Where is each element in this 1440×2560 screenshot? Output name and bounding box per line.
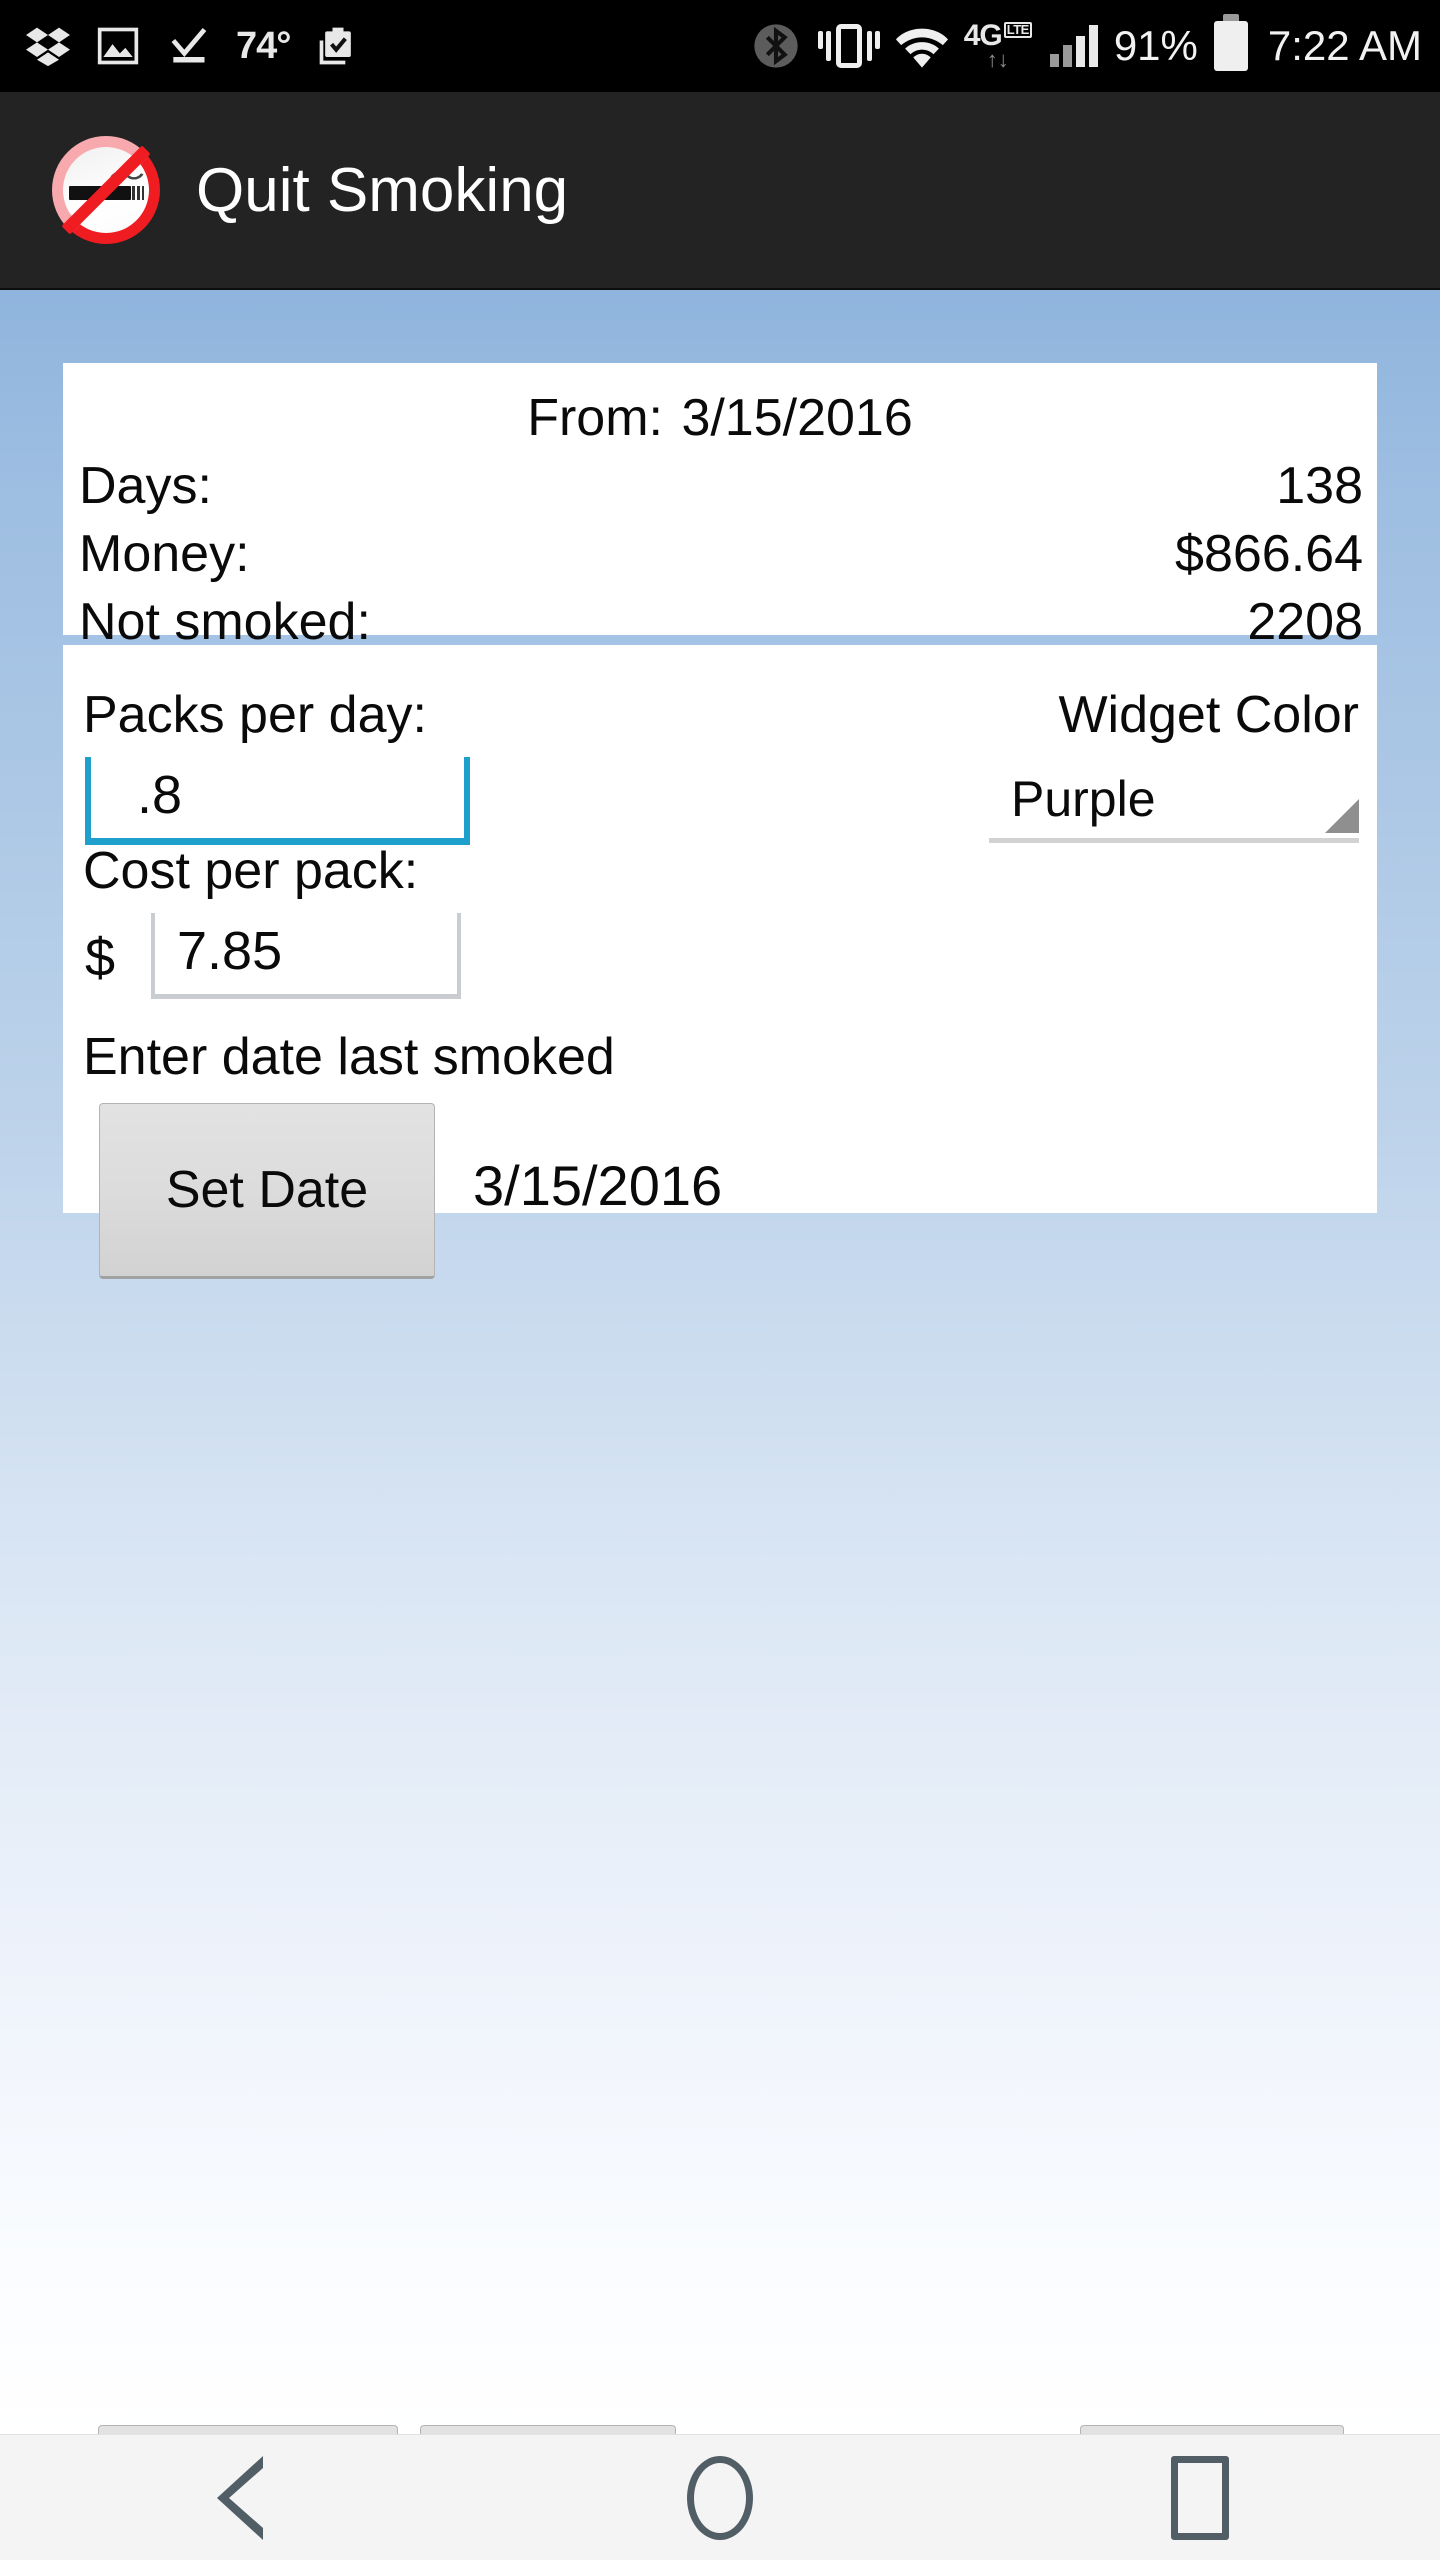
stats-card: From: 3/15/2016 Days: 138 Money: $866.64…	[63, 363, 1377, 651]
widget-color-value: Purple	[1011, 771, 1156, 827]
last-smoked-date-value: 3/15/2016	[473, 1154, 723, 1217]
page-title: Quit Smoking	[196, 155, 569, 225]
from-date-row: From: 3/15/2016	[63, 363, 1377, 448]
from-date-value: 3/15/2016	[681, 389, 913, 447]
packs-per-day-value: .8	[137, 765, 183, 825]
recents-icon	[1171, 2455, 1229, 2540]
days-label: Days:	[79, 457, 212, 515]
not-smoked-label: Not smoked:	[79, 593, 371, 651]
wifi-icon	[895, 24, 948, 68]
network-suffix-label: LTE	[1003, 22, 1032, 38]
data-transfer-arrows-icon: ↑↓	[986, 47, 1009, 72]
nav-recents-button[interactable]	[1100, 2435, 1300, 2560]
system-navigation-bar	[0, 2434, 1440, 2560]
nav-home-button[interactable]	[620, 2435, 820, 2560]
app-bar: 〜 Quit Smoking	[0, 92, 1440, 290]
from-label: From:	[527, 389, 663, 447]
packs-per-day-label: Packs per day:	[83, 686, 427, 744]
status-bar-left-icons: 74°	[26, 24, 360, 68]
no-smoking-icon: 〜	[52, 136, 160, 244]
stat-row-money: Money: $866.64	[63, 524, 1377, 584]
cost-per-pack-label: Cost per pack:	[83, 842, 419, 900]
download-complete-icon	[166, 24, 210, 68]
status-bar-right-icons: 4G LTE ↑↓ 91% 7:22 AM	[750, 14, 1422, 74]
vibrate-icon	[817, 24, 880, 68]
page-body: From: 3/15/2016 Days: 138 Money: $866.64…	[0, 290, 1440, 2560]
widget-color-spinner[interactable]: Purple	[989, 765, 1359, 843]
cost-per-pack-value: 7.85	[177, 921, 283, 981]
status-bar: 74° 4G LTE ↑↓ 91% 7:22 AM	[0, 0, 1440, 92]
image-icon	[96, 24, 140, 68]
phone-screen: 74° 4G LTE ↑↓ 91% 7:22 AM 〜 Quit Smoking…	[0, 0, 1440, 2560]
home-icon	[687, 2455, 753, 2540]
settings-card: Packs per day: .8 Widget Color Purple Co…	[63, 645, 1377, 1279]
days-value: 138	[1276, 457, 1363, 515]
temperature-indicator: 74°	[236, 24, 291, 67]
network-type-indicator: 4G LTE ↑↓	[964, 18, 1032, 74]
packs-per-day-input[interactable]: .8	[85, 757, 470, 845]
enter-date-label: Enter date last smoked	[83, 1028, 615, 1086]
network-type-label: 4G	[963, 19, 1003, 52]
back-icon	[217, 2455, 263, 2540]
money-value: $866.64	[1175, 525, 1363, 583]
set-date-button[interactable]: Set Date	[99, 1103, 435, 1279]
nav-back-button[interactable]	[140, 2435, 340, 2560]
battery-icon	[1213, 14, 1248, 71]
clipboard-check-icon	[316, 24, 360, 68]
clock-label: 7:22 AM	[1267, 22, 1422, 69]
currency-symbol-label: $	[85, 928, 116, 988]
not-smoked-value: 2208	[1247, 593, 1363, 651]
bluetooth-icon	[750, 20, 802, 72]
spinner-caret-icon	[1325, 799, 1359, 833]
battery-percent-label: 91%	[1113, 22, 1198, 69]
money-label: Money:	[79, 525, 250, 583]
cost-per-pack-input[interactable]: 7.85	[151, 913, 461, 999]
stat-row-not-smoked: Not smoked: 2208	[63, 592, 1377, 652]
stat-row-days: Days: 138	[63, 456, 1377, 516]
dropbox-icon	[26, 24, 70, 68]
widget-color-label: Widget Color	[1058, 686, 1359, 744]
signal-bars-icon	[1049, 25, 1098, 67]
